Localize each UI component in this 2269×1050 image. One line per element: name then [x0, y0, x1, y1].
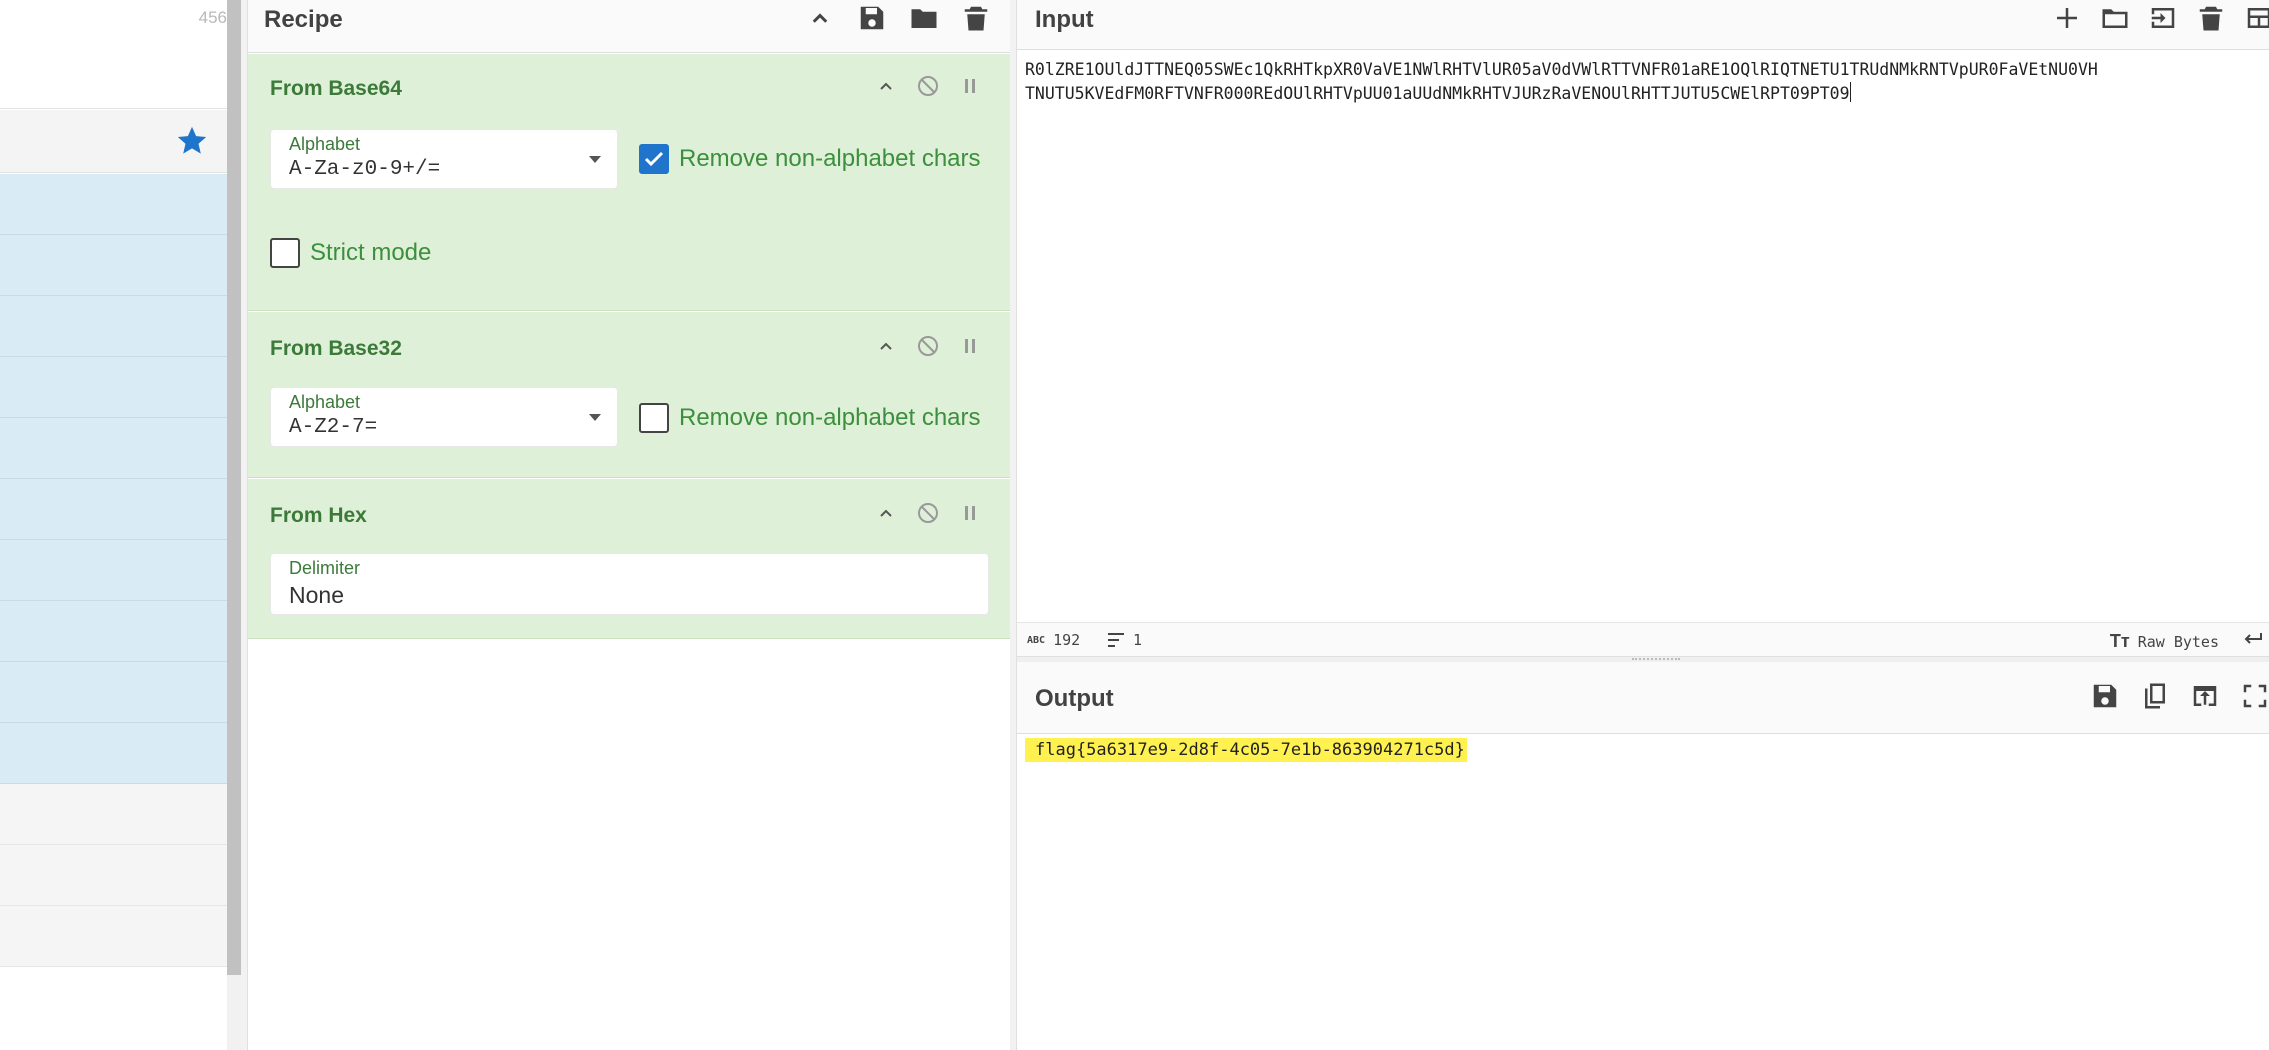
list-item[interactable]: [0, 235, 231, 296]
list-item[interactable]: [0, 357, 231, 418]
plus-icon[interactable]: [2047, 0, 2087, 36]
chevron-down-icon: [589, 156, 601, 163]
field-label: Delimiter: [289, 558, 361, 578]
text-size-icon: Tт: [2109, 631, 2130, 651]
list-item[interactable]: [0, 540, 231, 601]
delimiter-field[interactable]: Delimiter None: [270, 553, 989, 615]
pause-icon[interactable]: [958, 501, 982, 525]
scrollbar-thumb[interactable]: [227, 0, 241, 975]
recipe-panel: Recipe From Base64 Alphabet A-Za-z0-9+/=…: [247, 0, 1010, 1050]
length-stat: ABC 192: [1027, 631, 1080, 649]
operations-search[interactable]: [0, 49, 231, 109]
output-textarea[interactable]: flag{5a6317e9-2d8f-4c05-7e1b-863904271c5…: [1025, 738, 1467, 762]
chevron-up-icon[interactable]: [874, 74, 898, 98]
list-item[interactable]: [0, 845, 231, 906]
operations-list: [0, 174, 231, 967]
list-item[interactable]: [0, 784, 231, 845]
field-label: Alphabet: [289, 392, 361, 412]
list-item[interactable]: [0, 906, 231, 967]
open-folder-icon[interactable]: [2095, 0, 2135, 36]
encoding-selector[interactable]: Tт Raw Bytes: [2110, 631, 2219, 652]
list-item[interactable]: [0, 418, 231, 479]
recipe-drop-area[interactable]: [248, 640, 1010, 1050]
output-header: Output: [1017, 662, 2269, 734]
input-line: TNUTU5KVEdFM0RFTVNFR000REdOUlRHTVpUU01aU…: [1025, 84, 1850, 103]
length-value: 192: [1053, 631, 1081, 649]
chevron-down-icon: [589, 414, 601, 421]
list-item[interactable]: [0, 723, 231, 784]
disable-icon[interactable]: [916, 501, 940, 525]
io-panel: Input R0lZRE1OUldJTTNEQ05SWEc1QkRHTkpXR0…: [1016, 0, 2269, 1050]
recipe-op-from-hex[interactable]: From Hex Delimiter None: [248, 479, 1010, 639]
input-line: R0lZRE1OUldJTTNEQ05SWEc1QkRHTkpXR0VaVE1N…: [1025, 60, 2098, 79]
checkbox-unchecked[interactable]: [270, 238, 300, 268]
field-value: None: [289, 582, 344, 608]
field-label: Alphabet: [289, 134, 361, 154]
scrollbar[interactable]: [227, 0, 241, 1050]
pause-icon[interactable]: [958, 74, 982, 98]
trash-icon[interactable]: [956, 0, 996, 36]
op-title: From Hex: [270, 504, 367, 527]
folder-icon[interactable]: [904, 0, 944, 36]
trash-icon[interactable]: [2191, 0, 2231, 36]
input-status-bar: ABC 192 1 Tт Raw Bytes: [1017, 622, 2269, 656]
input-header: Input: [1017, 0, 2269, 50]
remove-non-alphabet-checkbox[interactable]: Remove non-alphabet chars: [639, 144, 981, 174]
text-cursor: [1849, 82, 1851, 102]
encoding-label: Raw Bytes: [2137, 632, 2219, 651]
save-icon[interactable]: [852, 0, 892, 36]
output-value: flag{5a6317e9-2d8f-4c05-7e1b-863904271c5…: [1025, 738, 1467, 762]
list-item[interactable]: [0, 479, 231, 540]
lines-value: 1: [1133, 631, 1143, 649]
input-title: Input: [1035, 6, 1094, 33]
field-value: A-Za-z0-9+/=: [289, 158, 441, 181]
lines-icon: [1108, 633, 1124, 647]
disable-icon[interactable]: [916, 334, 940, 358]
star-icon: [177, 126, 207, 154]
favourites-category[interactable]: [0, 110, 231, 173]
chevron-up-icon[interactable]: [874, 334, 898, 358]
alphabet-select[interactable]: Alphabet A-Z2-7=: [270, 387, 618, 447]
strict-mode-checkbox[interactable]: Strict mode: [270, 238, 431, 268]
alphabet-select[interactable]: Alphabet A-Za-z0-9+/=: [270, 129, 618, 189]
maximize-icon[interactable]: [2235, 678, 2269, 714]
list-item[interactable]: [0, 174, 231, 235]
remove-non-alphabet-checkbox[interactable]: Remove non-alphabet chars: [639, 403, 981, 433]
input-textarea[interactable]: R0lZRE1OUldJTTNEQ05SWEc1QkRHTkpXR0VaVE1N…: [1025, 58, 2269, 106]
disable-icon[interactable]: [916, 74, 940, 98]
word-wrap-icon[interactable]: [2241, 631, 2263, 647]
checkbox-label: Strict mode: [310, 239, 432, 266]
recipe-header: Recipe: [248, 0, 1010, 53]
copy-icon[interactable]: [2135, 678, 2175, 714]
pause-icon[interactable]: [958, 334, 982, 358]
recipe-op-from-base64[interactable]: From Base64 Alphabet A-Za-z0-9+/= Remove…: [248, 54, 1010, 311]
replace-input-icon[interactable]: [2185, 678, 2225, 714]
operations-panel: 456: [0, 0, 241, 1050]
layout-icon[interactable]: [2239, 0, 2269, 36]
chevron-up-icon[interactable]: [800, 0, 840, 36]
save-icon[interactable]: [2085, 678, 2125, 714]
checkbox-label: Remove non-alphabet chars: [679, 145, 981, 172]
operation-count: 456: [198, 8, 227, 27]
lines-stat: 1: [1107, 631, 1142, 649]
recipe-title: Recipe: [264, 6, 343, 33]
recipe-op-from-base32[interactable]: From Base32 Alphabet A-Z2-7= Remove non-…: [248, 312, 1010, 478]
op-title: From Base64: [270, 77, 402, 100]
import-icon[interactable]: [2143, 0, 2183, 36]
output-title: Output: [1035, 685, 1114, 712]
list-item[interactable]: [0, 601, 231, 662]
abc-icon: ABC: [1027, 634, 1046, 646]
checkbox-label: Remove non-alphabet chars: [679, 404, 981, 431]
list-item[interactable]: [0, 662, 231, 723]
chevron-up-icon[interactable]: [874, 501, 898, 525]
checkbox-checked[interactable]: [639, 144, 669, 174]
checkbox-unchecked[interactable]: [639, 403, 669, 433]
op-title: From Base32: [270, 337, 402, 360]
list-item[interactable]: [0, 296, 231, 357]
field-value: A-Z2-7=: [289, 416, 378, 439]
